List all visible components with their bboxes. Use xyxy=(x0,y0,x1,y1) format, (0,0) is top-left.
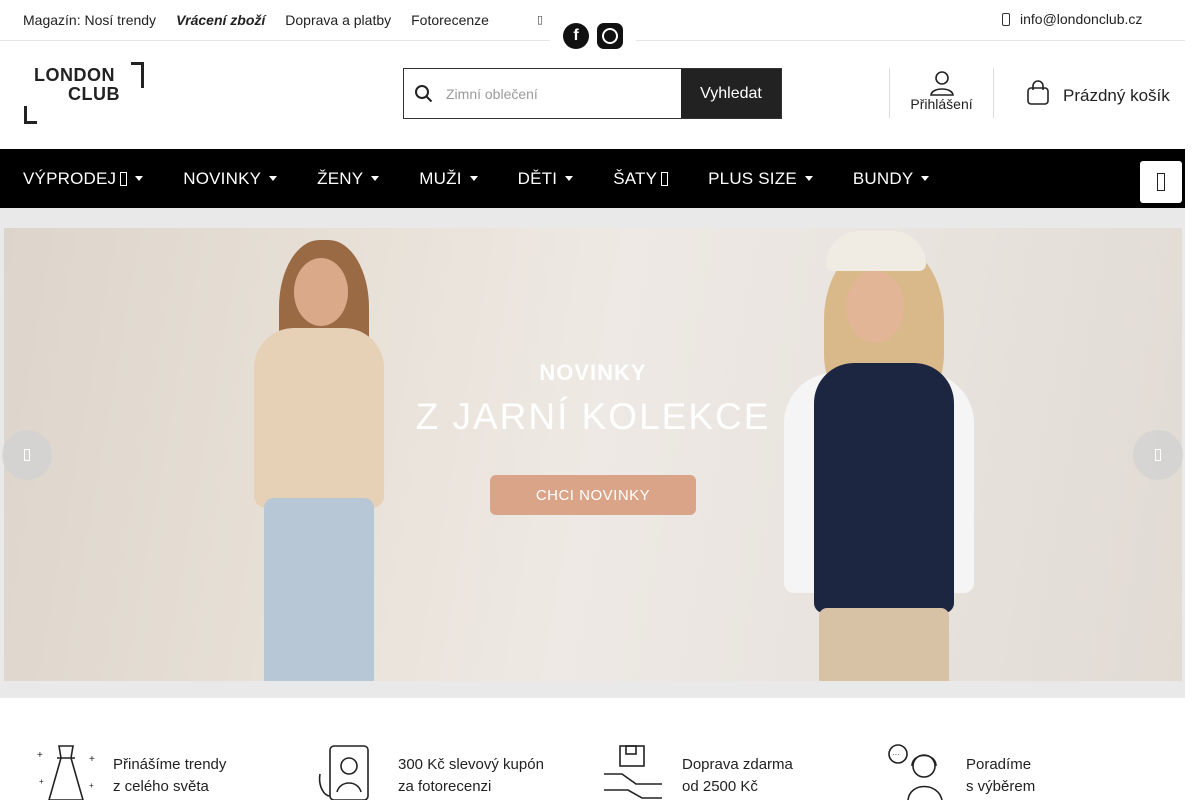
menu-icon xyxy=(1157,173,1165,191)
feature-item: + + + + Přinášíme trendy z celého světa xyxy=(33,744,227,801)
feature-item: ··· Poradíme s výběrem xyxy=(886,744,1036,801)
feature-line2: z celého světa xyxy=(113,778,209,795)
nav-item-vyprodej[interactable]: VÝPRODEJ xyxy=(23,169,144,189)
support-icon: ··· xyxy=(886,744,952,801)
user-icon xyxy=(927,70,957,96)
logo-text-london: LONDON xyxy=(34,65,115,85)
carousel-prev-button[interactable] xyxy=(2,430,52,480)
feature-line1: Doprava zdarma xyxy=(682,756,793,773)
svg-text:···: ··· xyxy=(892,750,900,759)
search-icon xyxy=(404,69,444,118)
contact-email[interactable]: info@londonclub.cz xyxy=(1002,11,1142,27)
feature-line1: Přinášíme trendy xyxy=(113,756,227,773)
hero-section: NOVINKY Z JARNÍ KOLEKCE CHCI NOVINKY xyxy=(0,208,1185,698)
chevron-down-icon xyxy=(269,176,278,181)
delivery-icon xyxy=(602,744,668,800)
hero-cta-button[interactable]: CHCI NOVINKY xyxy=(490,475,696,515)
feature-line2: za fotorecenzi xyxy=(398,778,492,795)
top-link-returns[interactable]: Vrácení zboží xyxy=(176,12,265,28)
carousel-next-button[interactable] xyxy=(1133,430,1183,480)
feature-line1: 300 Kč slevový kupón xyxy=(398,756,544,773)
search-input[interactable] xyxy=(444,69,681,118)
main-nav: VÝPRODEJ NOVINKY ŽENY MUŽI DĚTI ŠATY PLU… xyxy=(0,149,1185,208)
shopping-bag-icon xyxy=(1025,80,1051,111)
hero-subtitle: Z JARNÍ KOLEKCE xyxy=(415,396,771,437)
chevron-down-icon xyxy=(804,176,813,181)
model-image-left xyxy=(234,228,404,681)
sale-icon xyxy=(120,171,128,186)
search-bar: Vyhledat xyxy=(403,68,782,119)
chevron-down-icon xyxy=(135,176,144,181)
features-row: + + + + Přinášíme trendy z celého světa 300… xyxy=(0,744,1185,801)
chevron-down-icon xyxy=(921,176,930,181)
logo-text-club: CLUB xyxy=(68,84,120,104)
contact-email-text: info@londonclub.cz xyxy=(1020,11,1143,27)
facebook-icon[interactable]: f xyxy=(563,23,589,49)
feature-line2: s výběrem xyxy=(966,778,1036,795)
dress-icon: + + + + xyxy=(33,744,99,801)
svg-text:+: + xyxy=(89,781,94,790)
social-links: f xyxy=(550,18,636,56)
chevron-down-icon xyxy=(371,176,380,181)
nav-item-bundy[interactable]: BUNDY xyxy=(853,169,930,189)
hero-banner[interactable]: NOVINKY Z JARNÍ KOLEKCE CHCI NOVINKY xyxy=(4,228,1182,681)
login-label: Přihlášení xyxy=(910,96,973,112)
menu-toggle-button[interactable] xyxy=(1140,161,1182,203)
feature-line2: od 2500 Kč xyxy=(682,778,758,795)
svg-text:+: + xyxy=(37,750,43,761)
feature-item: 300 Kč slevový kupón za fotorecenzi xyxy=(318,744,544,801)
logo[interactable]: LONDON CLUB xyxy=(24,62,144,124)
nav-item-deti[interactable]: DĚTI xyxy=(518,169,574,189)
top-link-shipping[interactable]: Doprava a platby xyxy=(285,12,391,28)
search-button[interactable]: Vyhledat xyxy=(681,69,781,118)
svg-text:+: + xyxy=(39,777,44,786)
top-bar: Magazín: Nosí trendy Vrácení zboží Dopra… xyxy=(0,0,1185,56)
feature-line1: Poradíme xyxy=(966,756,1032,773)
hero-title: NOVINKY xyxy=(539,360,647,385)
cart-label: Prázdný košík xyxy=(1063,85,1170,105)
nav-item-zeny[interactable]: ŽENY xyxy=(317,169,380,189)
top-links: Magazín: Nosí trendy Vrácení zboží Dopra… xyxy=(23,12,509,28)
phone-icon xyxy=(1002,12,1010,26)
instagram-icon[interactable] xyxy=(597,23,623,49)
arrow-left-icon xyxy=(24,449,30,461)
svg-text:+: + xyxy=(89,754,95,765)
phone-photo-icon xyxy=(318,744,384,801)
dress-tag-icon xyxy=(661,171,669,186)
top-link-photo-reviews[interactable]: Fotorecenze xyxy=(411,12,489,28)
top-link-magazin[interactable]: Magazín: Nosí trendy xyxy=(23,12,156,28)
nav-item-muzi[interactable]: MUŽI xyxy=(419,169,478,189)
cart-button[interactable]: Prázdný košík xyxy=(1025,80,1170,111)
nav-item-saty[interactable]: ŠATY xyxy=(613,169,669,189)
arrow-right-icon xyxy=(1155,449,1161,461)
chevron-down-icon xyxy=(469,176,478,181)
nav-item-plus-size[interactable]: PLUS SIZE xyxy=(708,169,813,189)
login-button[interactable]: Přihlášení xyxy=(889,68,994,118)
model-image-right xyxy=(764,228,994,681)
top-more-icon[interactable]: ▯ xyxy=(537,13,543,26)
nav-item-novinky[interactable]: NOVINKY xyxy=(183,169,278,189)
chevron-down-icon xyxy=(565,176,574,181)
feature-item: Doprava zdarma od 2500 Kč xyxy=(602,744,793,800)
